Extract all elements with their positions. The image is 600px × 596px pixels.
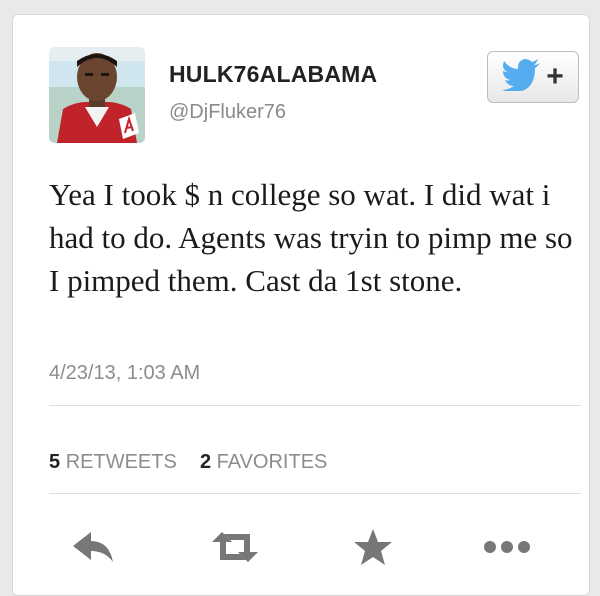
tweet-text: Yea I took $ n college so wat. I did wat… (49, 177, 573, 298)
retweet-label[interactable]: RETWEETS (66, 451, 177, 473)
divider (49, 493, 581, 494)
reply-icon (71, 530, 115, 569)
favorite-count[interactable]: 2 (200, 451, 211, 473)
reply-button[interactable] (69, 529, 117, 569)
follow-button[interactable]: + (487, 51, 579, 103)
retweet-icon (212, 530, 258, 569)
divider (49, 405, 581, 406)
retweet-button[interactable] (211, 529, 259, 569)
twitter-bird-icon (502, 58, 542, 96)
tweet-timestamp[interactable]: 4/23/13, 1:03 AM (49, 362, 200, 385)
tweet-card: HULK76ALABAMA @DjFluker76 + Yea I took $… (12, 14, 590, 596)
retweet-count[interactable]: 5 (49, 451, 60, 473)
follow-plus-label: + (546, 60, 564, 93)
favorite-button[interactable] (349, 528, 397, 571)
user-handle[interactable]: @DjFluker76 (169, 101, 286, 124)
more-button[interactable] (483, 529, 531, 569)
more-dots-icon (483, 540, 531, 559)
tweet-stats: 5 RETWEETS 2 FAVORITES (49, 451, 327, 474)
favorite-star-icon (353, 528, 393, 571)
avatar[interactable] (49, 47, 145, 143)
display-name[interactable]: HULK76ALABAMA (169, 61, 377, 88)
favorite-label[interactable]: FAVORITES (217, 451, 328, 473)
